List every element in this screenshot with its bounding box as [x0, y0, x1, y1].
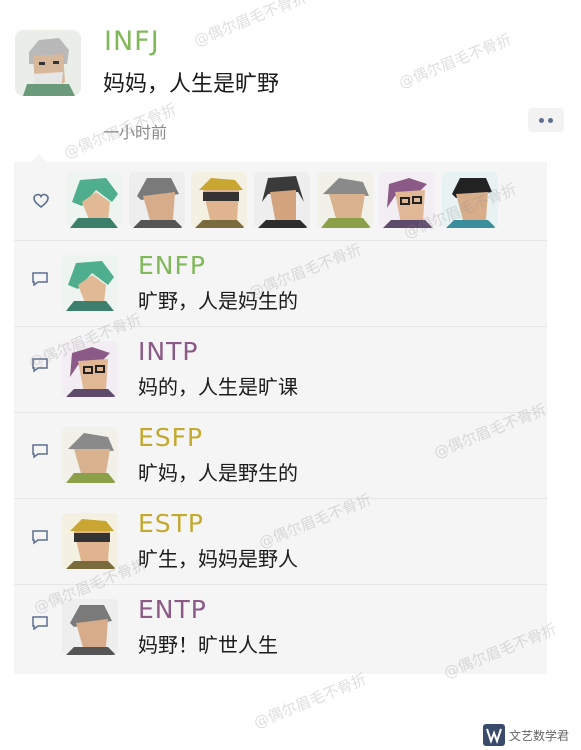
- purple-hair-glasses-avatar-icon: [62, 341, 118, 397]
- goggles-avatar-icon: [191, 172, 247, 228]
- comment-item-5[interactable]: ENTP 妈野！旷世人生: [14, 585, 547, 670]
- comment-text: 妈野！旷世人生: [138, 633, 278, 657]
- goggles-avatar-icon: [62, 513, 118, 569]
- panel-notch: [31, 154, 47, 162]
- like-avatar-4[interactable]: [254, 172, 310, 228]
- like-avatar-6[interactable]: [379, 172, 435, 228]
- likes-row: [14, 162, 547, 241]
- comment-author[interactable]: ENFP: [138, 251, 206, 280]
- like-avatar-2[interactable]: [129, 172, 185, 228]
- comment-icon: [32, 530, 48, 545]
- brand-logo-icon: [483, 724, 505, 746]
- watermark: @偶尔眉毛不骨折: [396, 30, 515, 92]
- heart-icon: [33, 193, 49, 209]
- comment-avatar[interactable]: [62, 255, 118, 311]
- watermark: @偶尔眉毛不骨折: [191, 0, 310, 50]
- post-author-name[interactable]: INFJ: [104, 26, 160, 57]
- comment-author[interactable]: ESTP: [138, 509, 204, 538]
- comment-icon: [32, 272, 48, 287]
- comment-text: 旷妈，人是野生的: [138, 461, 298, 485]
- dark-hair-avatar-icon: [254, 172, 310, 228]
- comment-icon: [32, 616, 48, 631]
- comment-text: 旷生，妈妈是野人: [138, 547, 298, 571]
- gray-beanie-avatar-icon: [317, 172, 373, 228]
- comment-text: 妈的，人生是旷课: [138, 375, 298, 399]
- more-options-button[interactable]: [528, 108, 564, 132]
- comment-author[interactable]: ENTP: [138, 595, 207, 624]
- comment-avatar[interactable]: [62, 427, 118, 483]
- old-man-avatar-icon: [15, 30, 81, 96]
- purple-hair-glasses-avatar-icon: [379, 172, 435, 228]
- black-hair-avatar-icon: [442, 172, 498, 228]
- gray-hair-avatar-icon: [129, 172, 185, 228]
- teal-hair-avatar-icon: [66, 172, 122, 228]
- brand-name: 文艺数学君: [509, 729, 570, 743]
- gray-hair-avatar-icon: [62, 599, 118, 655]
- comment-icon: [32, 444, 48, 459]
- comment-item-1[interactable]: ENFP 旷野，人是妈生的: [14, 241, 547, 327]
- comment-avatar[interactable]: [62, 599, 118, 655]
- comment-text: 旷野，人是妈生的: [138, 289, 298, 313]
- comment-avatar[interactable]: [62, 513, 118, 569]
- watermark: @偶尔眉毛不骨折: [251, 670, 370, 732]
- like-avatar-5[interactable]: [317, 172, 373, 228]
- comment-item-4[interactable]: ESTP 旷生，妈妈是野人: [14, 499, 547, 585]
- like-avatar-7[interactable]: [442, 172, 498, 228]
- post-time: 一小时前: [103, 123, 168, 142]
- comment-author[interactable]: ESFP: [138, 423, 203, 452]
- like-avatar-3[interactable]: [191, 172, 247, 228]
- brand-mark: 文艺数学君: [483, 722, 581, 750]
- comment-icon: [32, 358, 48, 373]
- interaction-panel: ENFP 旷野，人是妈生的 INTP 妈的，人生是旷课 ESFP 旷妈，人是野生…: [14, 162, 547, 674]
- like-avatar-1[interactable]: [66, 172, 122, 228]
- comment-author[interactable]: INTP: [138, 337, 198, 366]
- teal-hair-avatar-icon: [62, 255, 118, 311]
- comment-item-3[interactable]: ESFP 旷妈，人是野生的: [14, 413, 547, 499]
- gray-beanie-avatar-icon: [62, 427, 118, 483]
- comment-item-2[interactable]: INTP 妈的，人生是旷课: [14, 327, 547, 413]
- post-author-avatar[interactable]: [15, 30, 81, 96]
- post-text: 妈妈，人生是旷野: [103, 72, 280, 97]
- comment-avatar[interactable]: [62, 341, 118, 397]
